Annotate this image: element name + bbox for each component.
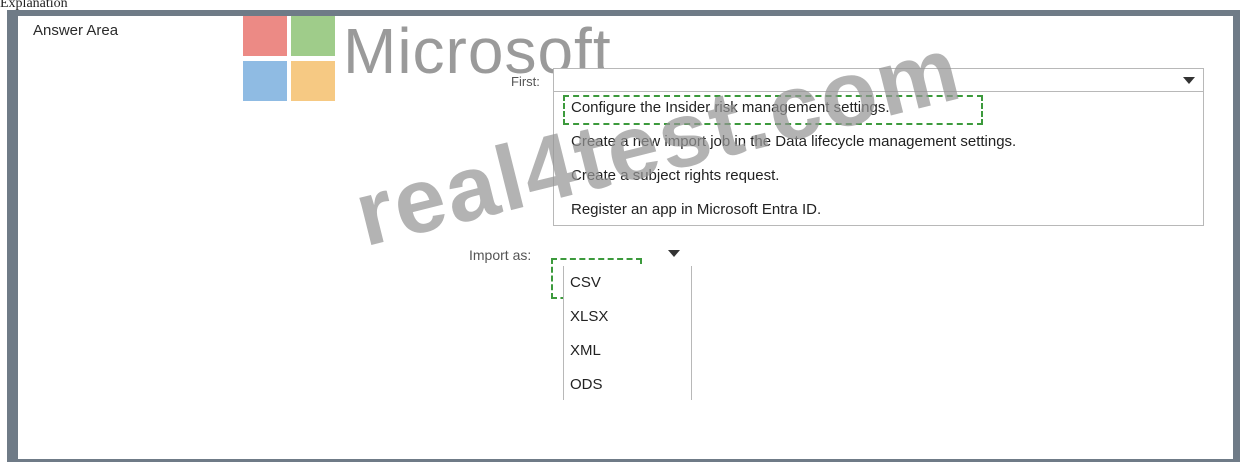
logo-square-yellow <box>291 61 335 101</box>
list-item[interactable]: CSV <box>570 274 601 291</box>
list-item[interactable]: ODS <box>570 376 603 393</box>
answer-area-panel: Answer Area Microsoft First: Configure t… <box>18 15 1233 459</box>
answer-area-title: Answer Area <box>33 22 119 39</box>
logo-square-red <box>243 16 287 56</box>
list-item[interactable]: XLSX <box>570 308 608 325</box>
microsoft-logo-icon <box>243 16 338 104</box>
import-as-label: Import as: <box>469 247 532 263</box>
logo-square-blue <box>243 61 287 101</box>
first-label: First: <box>511 74 540 89</box>
import-as-options-list: CSV XLSX XML ODS <box>563 266 692 400</box>
list-item[interactable]: XML <box>570 342 601 359</box>
chevron-down-icon <box>668 250 680 257</box>
chevron-down-icon <box>1183 77 1195 84</box>
logo-square-green <box>291 16 335 56</box>
